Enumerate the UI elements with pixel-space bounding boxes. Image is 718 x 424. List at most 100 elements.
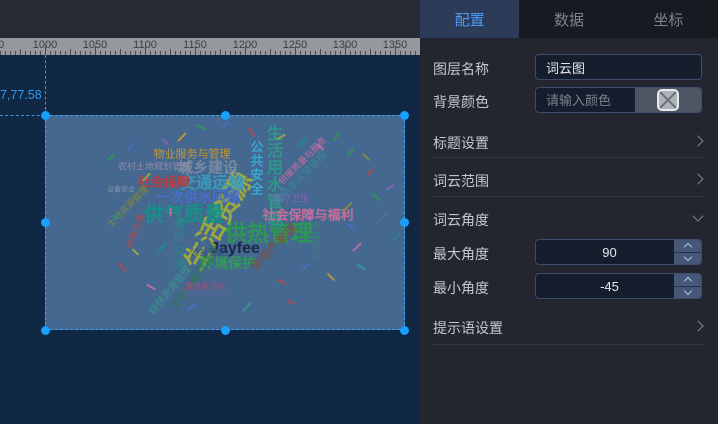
- tab-coords[interactable]: 坐标: [619, 0, 718, 38]
- selection-handle-top-mid[interactable]: [221, 111, 230, 120]
- chevron-down-icon: [683, 287, 691, 295]
- ruler-tick: [190, 51, 191, 55]
- wordcloud-fragment: [157, 242, 168, 253]
- guide-line-horizontal: [0, 115, 45, 116]
- ruler-tick: [290, 51, 291, 55]
- step-down-button[interactable]: [674, 286, 701, 299]
- config-panel: 配置 数据 坐标 图层名称 背景颜色 标题设置 词云范围 词云角度 最大角度: [420, 0, 718, 424]
- selection-handle-bottom-right[interactable]: [400, 326, 409, 335]
- ruler-tick-label: 1150: [183, 39, 207, 51]
- tab-config[interactable]: 配置: [420, 0, 519, 38]
- wordcloud-word: 一次供水问题: [156, 190, 240, 204]
- ruler-tick: [135, 51, 136, 55]
- wordcloud-fragment: [146, 284, 156, 291]
- ruler-tick: [115, 51, 116, 55]
- guide-line-vertical: [45, 55, 46, 115]
- ruler-tick: [270, 49, 271, 55]
- wordcloud-word: 农村土地规划管理: [118, 163, 190, 172]
- ruler-tick: [340, 51, 341, 55]
- step-up-button[interactable]: [674, 240, 701, 252]
- canvas-top-strip: [0, 0, 420, 38]
- ruler-tick: [380, 51, 381, 55]
- ruler-tick: [165, 51, 166, 55]
- selection-handle-bottom-left[interactable]: [41, 326, 50, 335]
- step-down-button[interactable]: [674, 252, 701, 265]
- min-angle-stepper: [674, 274, 701, 298]
- ruler-tick: [35, 51, 36, 55]
- wordcloud-fragment: [162, 138, 170, 146]
- chevron-right-icon: [692, 135, 703, 146]
- ruler-tick-label: 950: [0, 39, 4, 51]
- section-title-settings[interactable]: 标题设置: [433, 133, 489, 153]
- divider: [433, 344, 705, 345]
- ruler-tick-label: 1200: [233, 39, 257, 51]
- selection-coordinates: 7,77.58: [0, 88, 42, 102]
- wordcloud-fragment: [302, 263, 310, 271]
- ruler-tick: [200, 51, 201, 55]
- design-canvas[interactable]: 95010001050110011501200125013001350 7,77…: [0, 0, 420, 424]
- ruler-tick: [175, 51, 176, 55]
- ruler-tick: [240, 51, 241, 55]
- ruler-tick: [415, 51, 416, 55]
- wordcloud-fragment: [107, 153, 115, 161]
- ruler-tick: [160, 51, 161, 55]
- layer-name-input[interactable]: [535, 54, 702, 80]
- ruler-tick: [220, 49, 221, 55]
- ruler-tick: [365, 51, 366, 55]
- ruler-tick: [305, 51, 306, 55]
- chevron-right-icon: [692, 320, 703, 331]
- ruler-tick: [100, 51, 101, 55]
- ruler-tick-label: 1000: [33, 39, 57, 51]
- ruler-tick: [260, 51, 261, 55]
- max-angle-stepper: [674, 240, 701, 264]
- ruler-tick: [60, 51, 61, 55]
- horizontal-ruler: 95010001050110011501200125013001350: [0, 38, 420, 55]
- chevron-down-icon: [692, 210, 703, 221]
- selection-handle-top-left[interactable]: [41, 111, 50, 120]
- ruler-tick: [30, 51, 31, 55]
- step-up-button[interactable]: [674, 274, 701, 286]
- selection-handle-mid-right[interactable]: [400, 218, 409, 227]
- wordcloud-fragment: [352, 242, 362, 252]
- wordcloud-layer-selection[interactable]: 生活资源供热管理供气质量生活用水管理公共安全交通运输一次供水问题社会保障城乡建设…: [45, 115, 405, 330]
- ruler-tick: [80, 51, 81, 55]
- ruler-tick: [10, 51, 11, 55]
- ruler-tick: [105, 51, 106, 55]
- wordcloud-fragment: [222, 121, 230, 129]
- ruler-tick: [255, 51, 256, 55]
- ruler-tick: [130, 51, 131, 55]
- wordcloud-fragment: [170, 208, 172, 217]
- section-wordcloud-range[interactable]: 词云范围: [433, 171, 489, 191]
- section-wordcloud-angle[interactable]: 词云角度: [433, 210, 489, 230]
- ruler-tick: [360, 51, 361, 55]
- wordcloud-word: 公共安全: [250, 140, 263, 196]
- selection-handle-mid-left[interactable]: [41, 218, 50, 227]
- selection-handle-bottom-mid[interactable]: [221, 326, 230, 335]
- wordcloud-fragment: [386, 184, 395, 190]
- tab-data[interactable]: 数据: [519, 0, 618, 38]
- ruler-tick: [405, 51, 406, 55]
- ruler-tick: [300, 51, 301, 55]
- selection-handle-top-right[interactable]: [400, 111, 409, 120]
- section-tooltip-settings[interactable]: 提示语设置: [433, 318, 503, 338]
- wordcloud-fragment: [286, 299, 295, 305]
- wordcloud-word: 物业服务与管理: [154, 150, 231, 161]
- wordcloud-fragment: [187, 303, 195, 311]
- ruler-tick: [230, 51, 231, 55]
- ruler-tick: [310, 51, 311, 55]
- layer-name-label: 图层名称: [433, 59, 489, 79]
- ruler-tick: [205, 51, 206, 55]
- ruler-tick: [170, 49, 171, 55]
- color-picker-button[interactable]: [635, 88, 701, 112]
- ruler-tick: [185, 51, 186, 55]
- wordcloud-fragment: [367, 168, 375, 176]
- wordcloud-fragment: [276, 278, 287, 285]
- transparent-color-icon: [657, 89, 679, 111]
- ruler-tick: [350, 51, 351, 55]
- ruler-tick: [385, 51, 386, 55]
- ruler-tick: [20, 49, 21, 55]
- ruler-tick: [250, 51, 251, 55]
- ruler-tick: [55, 51, 56, 55]
- ruler-tick: [325, 51, 326, 55]
- ruler-tick-label: 1100: [133, 39, 157, 51]
